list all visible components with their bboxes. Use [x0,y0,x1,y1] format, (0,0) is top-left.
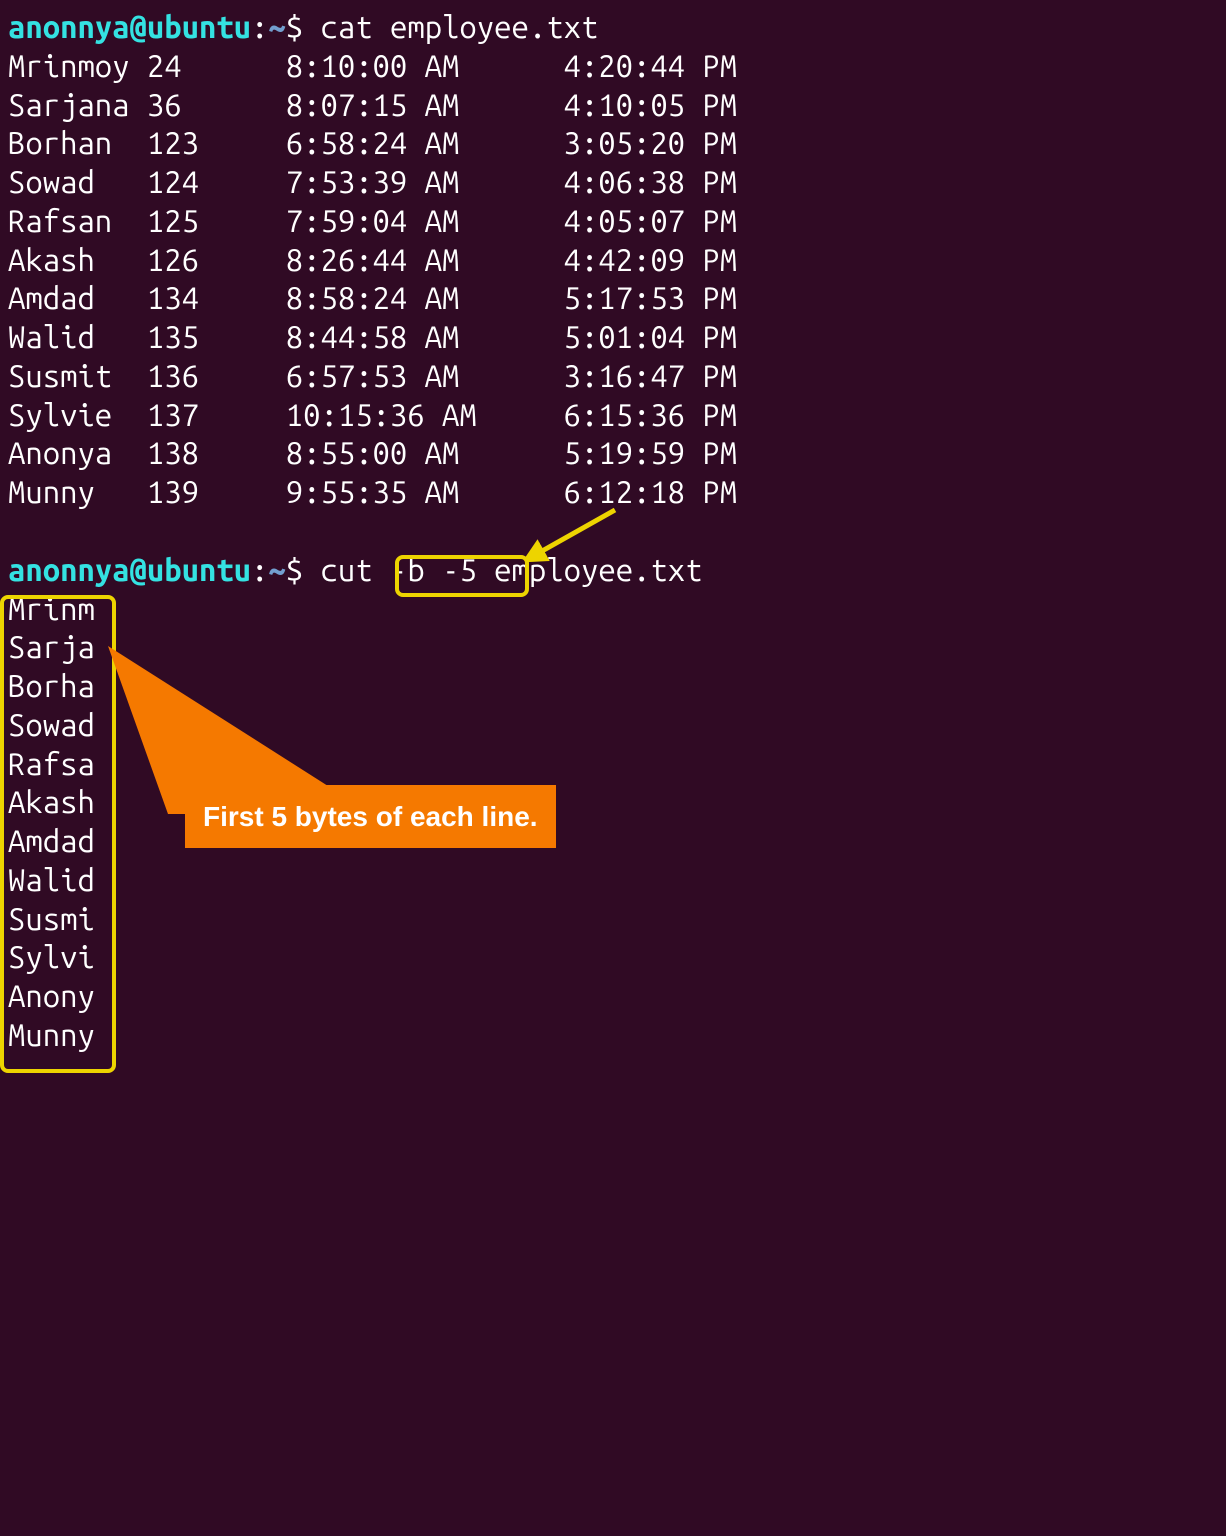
table-row: Sylvie 137 10:15:36 AM 6:15:36 PM [8,396,1218,435]
terminal-line[interactable]: anonnya@ubuntu:~$ cat employee.txt [8,8,1218,47]
employee-table: Mrinmoy 24 8:10:00 AM 4:20:44 PMSarjana … [8,47,1218,512]
table-row: Munny 139 9:55:35 AM 6:12:18 PM [8,473,1218,512]
prompt-symbol: $ [286,552,303,587]
prompt-colon: : [251,552,268,587]
table-row: Akash 126 8:26:44 AM 4:42:09 PM [8,241,1218,280]
table-row: Walid 135 8:44:58 AM 5:01:04 PM [8,318,1218,357]
command-post: employee.txt [477,552,703,587]
cut-output: MrinmSarjaBorhaSowadRafsaAkashAmdadWalid… [8,590,1218,1055]
command-highlight: -b -5 [390,552,477,587]
prompt-path: ~ [268,552,285,587]
command-text [303,9,320,44]
prompt-colon: : [251,9,268,44]
prompt-user: anonnya@ubuntu [8,552,251,587]
cut-output-line: Walid [8,861,1218,900]
cut-output-line: Rafsa [8,745,1218,784]
blank-line [8,512,1218,551]
table-row: Borhan 123 6:58:24 AM 3:05:20 PM [8,124,1218,163]
table-row: Rafsan 125 7:59:04 AM 4:05:07 PM [8,202,1218,241]
table-row: Susmit 136 6:57:53 AM 3:16:47 PM [8,357,1218,396]
prompt-user: anonnya@ubuntu [8,9,251,44]
cut-output-line: Borha [8,667,1218,706]
cut-output-line: Sowad [8,706,1218,745]
cut-output-line: Sarja [8,628,1218,667]
cut-output-line: Akash [8,783,1218,822]
terminal-line[interactable]: anonnya@ubuntu:~$ cut -b -5 employee.txt [8,551,1218,590]
table-row: Mrinmoy 24 8:10:00 AM 4:20:44 PM [8,47,1218,86]
prompt-path: ~ [268,9,285,44]
prompt-symbol: $ [286,9,303,44]
table-row: Anonya 138 8:55:00 AM 5:19:59 PM [8,434,1218,473]
cut-output-line: Susmi [8,900,1218,939]
command-pre: cut [321,552,390,587]
cut-output-line: Mrinm [8,590,1218,629]
cut-output-line: Amdad [8,822,1218,861]
table-row: Amdad 134 8:58:24 AM 5:17:53 PM [8,279,1218,318]
command-text: cat employee.txt [321,9,599,44]
table-row: Sarjana 36 8:07:15 AM 4:10:05 PM [8,86,1218,125]
cut-output-line: Munny [8,1016,1218,1055]
cut-output-line: Anony [8,977,1218,1016]
cut-output-line: Sylvi [8,938,1218,977]
table-row: Sowad 124 7:53:39 AM 4:06:38 PM [8,163,1218,202]
